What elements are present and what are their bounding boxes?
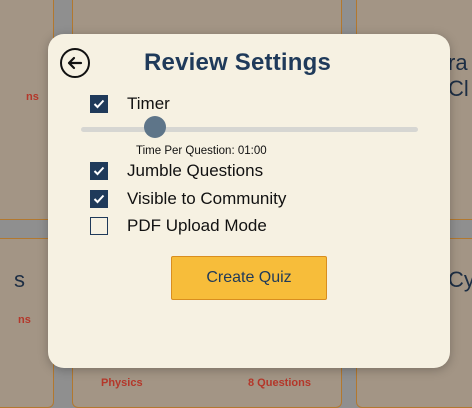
checkmark-icon: [93, 99, 105, 109]
time-per-question-slider[interactable]: [81, 127, 418, 132]
review-settings-dialog: Review Settings Timer Time Per Question:…: [48, 34, 450, 368]
slider-thumb[interactable]: [144, 116, 167, 138]
time-per-question-caption: Time Per Question: 01:00: [136, 145, 267, 157]
arrow-left-circle-icon: [67, 56, 83, 70]
dialog-title: Review Settings: [144, 49, 332, 76]
jumble-questions-checkbox[interactable]: [90, 162, 108, 180]
visible-to-community-checkbox[interactable]: [90, 190, 108, 208]
visible-to-community-label: Visible to Community: [127, 189, 287, 208]
pdf-upload-mode-checkbox[interactable]: [90, 217, 108, 235]
back-button[interactable]: [60, 48, 90, 78]
checkmark-icon: [93, 194, 105, 204]
option-visible-to-community: Visible to Community: [90, 189, 286, 209]
jumble-questions-label: Jumble Questions: [127, 161, 264, 180]
pdf-upload-mode-label: PDF Upload Mode: [127, 216, 267, 235]
option-timer: Timer: [90, 94, 170, 114]
option-pdf-upload-mode: PDF Upload Mode: [90, 216, 267, 236]
checkmark-icon: [93, 166, 105, 176]
create-quiz-button[interactable]: Create Quiz: [171, 256, 327, 300]
option-jumble-questions: Jumble Questions: [90, 161, 263, 181]
timer-checkbox[interactable]: [90, 95, 108, 113]
timer-label: Timer: [127, 94, 170, 113]
